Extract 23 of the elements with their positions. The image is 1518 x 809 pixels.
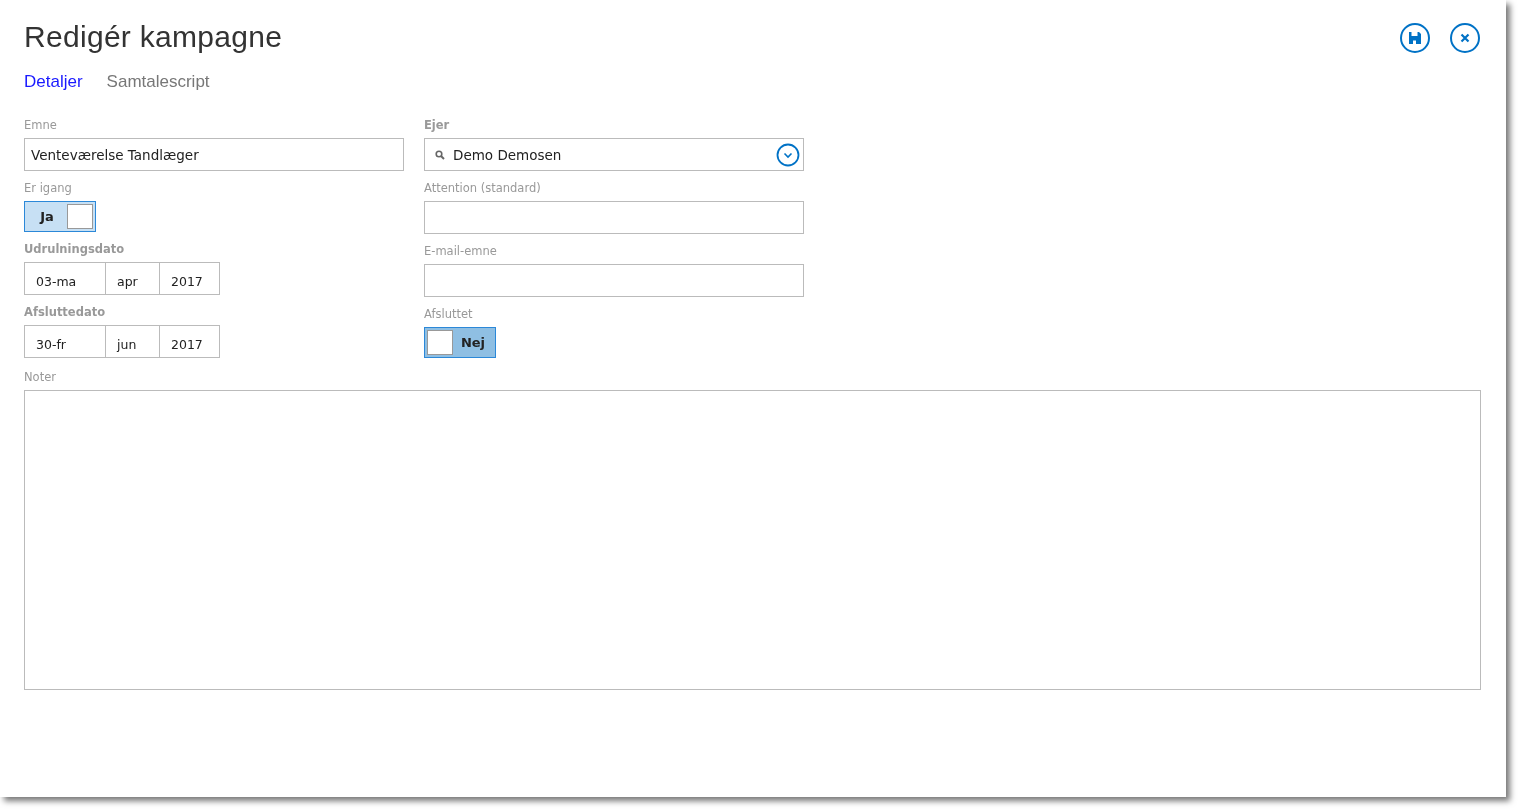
field-label: Noter [24,370,57,385]
field-label: Afsluttet [424,307,474,322]
chevron-down-icon[interactable] [776,142,800,167]
close-icon [1460,33,1470,43]
field-label: Udrulningsdato [24,242,126,257]
field-label: Afsluttedato [24,305,107,320]
page-title: Redigér kampagne [24,20,283,54]
save-button[interactable] [1400,23,1430,53]
toggle-switch[interactable]: Nej [424,327,496,358]
text-field[interactable] [424,201,804,234]
field-label: Ejer [424,118,451,133]
field-label: Er igang [24,181,73,196]
field-label: E-mail-emne [424,244,498,259]
search-icon [435,149,445,160]
field-label: Emne [24,118,58,133]
tab[interactable]: Detaljer [24,72,83,92]
field-label: Attention (standard) [424,181,542,196]
text-field[interactable]: Venteværelse Tandlæger [24,138,404,171]
text-field[interactable] [424,264,804,297]
tab[interactable]: Samtalescript [106,72,210,92]
lookup-field[interactable]: Demo Demosen [424,138,804,171]
close-button[interactable] [1450,23,1480,53]
toggle-switch[interactable]: Ja [24,201,96,232]
